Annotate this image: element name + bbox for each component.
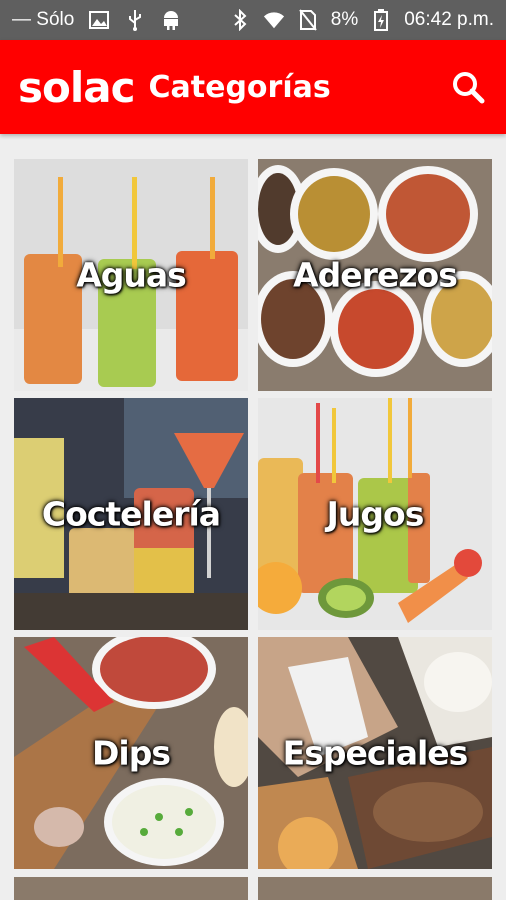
category-tile-jugos[interactable]: Jugos bbox=[258, 398, 492, 630]
carrier-label: — Sólo bbox=[12, 9, 75, 30]
app-bar: solac Categorías bbox=[0, 40, 506, 134]
clock: 06:42 p.m. bbox=[404, 9, 494, 30]
next-row-partial bbox=[14, 877, 492, 900]
category-label: Especiales bbox=[282, 733, 469, 773]
category-tile-dips[interactable]: Dips bbox=[14, 637, 248, 869]
no-sim-icon bbox=[297, 9, 319, 31]
category-label: Aguas bbox=[76, 255, 187, 295]
wifi-icon bbox=[263, 9, 285, 31]
search-icon bbox=[453, 72, 485, 104]
usb-icon bbox=[124, 9, 146, 31]
status-bar: — Sólo 8% 06:42 p.m. bbox=[0, 0, 506, 40]
page-title: Categorías bbox=[148, 69, 331, 105]
category-tile-partial[interactable] bbox=[14, 877, 248, 900]
category-label: Jugos bbox=[326, 494, 425, 534]
category-tile-cocteleria[interactable]: Coctelería bbox=[14, 398, 248, 630]
category-label: Aderezos bbox=[293, 255, 458, 295]
category-tile-especiales[interactable]: Especiales bbox=[258, 637, 492, 869]
search-button[interactable] bbox=[448, 67, 488, 107]
bluetooth-icon bbox=[229, 9, 251, 31]
category-label: Dips bbox=[92, 733, 171, 773]
solac-logo: solac bbox=[18, 62, 135, 112]
category-tile-partial[interactable] bbox=[258, 877, 492, 900]
category-label: Coctelería bbox=[41, 494, 221, 534]
category-tile-aguas[interactable]: Aguas bbox=[14, 159, 248, 391]
battery-icon bbox=[370, 9, 392, 31]
category-tile-aderezos[interactable]: Aderezos bbox=[258, 159, 492, 391]
android-icon bbox=[160, 9, 182, 31]
image-icon bbox=[88, 9, 110, 31]
category-grid: Aguas Aderezos Coctelería Jugos Dips Esp… bbox=[14, 159, 492, 869]
battery-percent: 8% bbox=[330, 9, 359, 30]
